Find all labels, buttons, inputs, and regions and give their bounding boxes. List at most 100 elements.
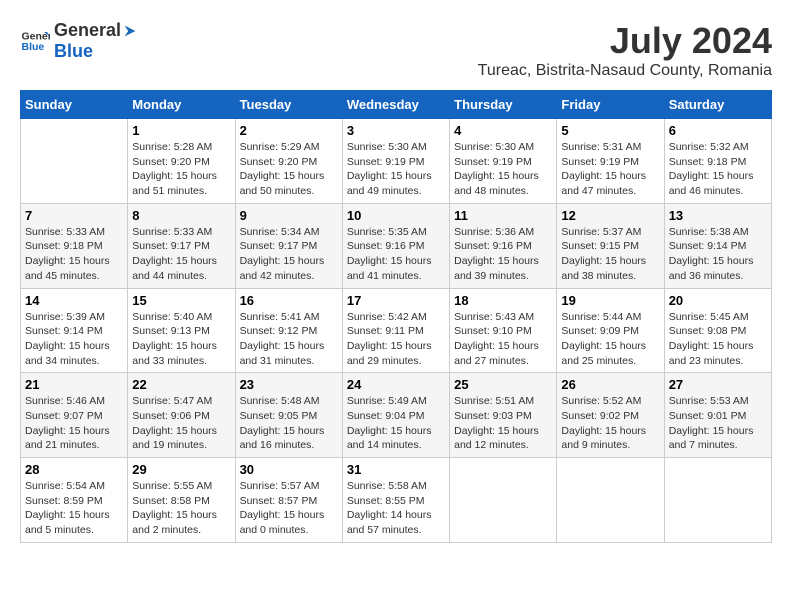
day-info: Sunrise: 5:28 AM Sunset: 9:20 PM Dayligh… [132,140,230,199]
day-info: Sunrise: 5:54 AM Sunset: 8:59 PM Dayligh… [25,479,123,538]
calendar-cell: 16 Sunrise: 5:41 AM Sunset: 9:12 PM Dayli… [235,288,342,373]
calendar-cell: 8Sunrise: 5:33 AM Sunset: 9:17 PM Daylig… [128,203,235,288]
day-info: Sunrise: 5:33 AM Sunset: 9:17 PM Dayligh… [132,225,230,284]
title-area: July 2024 Tureac, Bistrita-Nasaud County… [478,20,772,80]
calendar-cell: 21 Sunrise: 5:46 AM Sunset: 9:07 PM Dayli… [21,373,128,458]
calendar-cell: 7Sunrise: 5:33 AM Sunset: 9:18 PM Daylig… [21,203,128,288]
calendar-cell: 4Sunrise: 5:30 AM Sunset: 9:19 PM Daylig… [450,119,557,204]
day-info: Sunrise: 5:58 AM Sunset: 8:55 PM Dayligh… [347,479,445,538]
calendar-cell: 26 Sunrise: 5:52 AM Sunset: 9:02 PM Dayli… [557,373,664,458]
calendar-cell: 2Sunrise: 5:29 AM Sunset: 9:20 PM Daylig… [235,119,342,204]
day-number: 5 [561,123,659,138]
calendar-cell [21,119,128,204]
calendar-cell [450,458,557,543]
day-number: 11 [454,208,552,223]
day-number: 10 [347,208,445,223]
day-number: 29 [132,462,230,477]
day-number: 16 [240,293,338,308]
day-info: Sunrise: 5:32 AM Sunset: 9:18 PM Dayligh… [669,140,767,199]
calendar-cell: 1 Sunrise: 5:28 AM Sunset: 9:20 PM Daylig… [128,119,235,204]
day-number: 18 [454,293,552,308]
logo-blue-text: Blue [54,41,139,62]
day-number: 2 [240,123,338,138]
day-info: Sunrise: 5:35 AM Sunset: 9:16 PM Dayligh… [347,225,445,284]
day-number: 20 [669,293,767,308]
day-info: Sunrise: 5:38 AM Sunset: 9:14 PM Dayligh… [669,225,767,284]
logo-general-text: General [54,20,121,41]
calendar-week-row: 21 Sunrise: 5:46 AM Sunset: 9:07 PM Dayli… [21,373,772,458]
day-info: Sunrise: 5:31 AM Sunset: 9:19 PM Dayligh… [561,140,659,199]
day-info: Sunrise: 5:36 AM Sunset: 9:16 PM Dayligh… [454,225,552,284]
calendar-table: SundayMondayTuesdayWednesdayThursdayFrid… [20,90,772,543]
day-number: 1 [132,123,230,138]
weekday-header-cell: Saturday [664,91,771,119]
calendar-week-row: 28 Sunrise: 5:54 AM Sunset: 8:59 PM Dayli… [21,458,772,543]
calendar-cell: 15 Sunrise: 5:40 AM Sunset: 9:13 PM Dayli… [128,288,235,373]
day-info: Sunrise: 5:46 AM Sunset: 9:07 PM Dayligh… [25,394,123,453]
calendar-week-row: 1 Sunrise: 5:28 AM Sunset: 9:20 PM Daylig… [21,119,772,204]
day-number: 26 [561,377,659,392]
calendar-body: 1 Sunrise: 5:28 AM Sunset: 9:20 PM Daylig… [21,119,772,543]
weekday-header-cell: Thursday [450,91,557,119]
weekday-header-cell: Sunday [21,91,128,119]
day-number: 6 [669,123,767,138]
calendar-cell: 29Sunrise: 5:55 AM Sunset: 8:58 PM Dayli… [128,458,235,543]
calendar-cell: 27Sunrise: 5:53 AM Sunset: 9:01 PM Dayli… [664,373,771,458]
calendar-cell: 5 Sunrise: 5:31 AM Sunset: 9:19 PM Daylig… [557,119,664,204]
day-number: 14 [25,293,123,308]
day-info: Sunrise: 5:53 AM Sunset: 9:01 PM Dayligh… [669,394,767,453]
day-info: Sunrise: 5:49 AM Sunset: 9:04 PM Dayligh… [347,394,445,453]
day-info: Sunrise: 5:40 AM Sunset: 9:13 PM Dayligh… [132,310,230,369]
logo: General Blue General Blue [20,20,139,62]
day-number: 12 [561,208,659,223]
day-number: 28 [25,462,123,477]
day-info: Sunrise: 5:43 AM Sunset: 9:10 PM Dayligh… [454,310,552,369]
calendar-cell: 11 Sunrise: 5:36 AM Sunset: 9:16 PM Dayli… [450,203,557,288]
location-title: Tureac, Bistrita-Nasaud County, Romania [478,62,772,80]
calendar-cell: 18 Sunrise: 5:43 AM Sunset: 9:10 PM Dayli… [450,288,557,373]
weekday-header-cell: Friday [557,91,664,119]
calendar-cell: 19Sunrise: 5:44 AM Sunset: 9:09 PM Dayli… [557,288,664,373]
day-info: Sunrise: 5:45 AM Sunset: 9:08 PM Dayligh… [669,310,767,369]
header: General Blue General Blue July 2024 Ture… [20,20,772,80]
day-number: 21 [25,377,123,392]
calendar-cell: 9 Sunrise: 5:34 AM Sunset: 9:17 PM Daylig… [235,203,342,288]
day-number: 17 [347,293,445,308]
day-number: 15 [132,293,230,308]
day-number: 3 [347,123,445,138]
day-info: Sunrise: 5:41 AM Sunset: 9:12 PM Dayligh… [240,310,338,369]
calendar-cell: 24Sunrise: 5:49 AM Sunset: 9:04 PM Dayli… [342,373,449,458]
calendar-cell: 20 Sunrise: 5:45 AM Sunset: 9:08 PM Dayli… [664,288,771,373]
calendar-cell: 22Sunrise: 5:47 AM Sunset: 9:06 PM Dayli… [128,373,235,458]
day-number: 7 [25,208,123,223]
day-info: Sunrise: 5:47 AM Sunset: 9:06 PM Dayligh… [132,394,230,453]
calendar-cell: 23 Sunrise: 5:48 AM Sunset: 9:05 PM Dayli… [235,373,342,458]
calendar-cell: 14 Sunrise: 5:39 AM Sunset: 9:14 PM Dayli… [21,288,128,373]
day-info: Sunrise: 5:51 AM Sunset: 9:03 PM Dayligh… [454,394,552,453]
weekday-header-cell: Tuesday [235,91,342,119]
day-number: 23 [240,377,338,392]
day-info: Sunrise: 5:39 AM Sunset: 9:14 PM Dayligh… [25,310,123,369]
day-info: Sunrise: 5:42 AM Sunset: 9:11 PM Dayligh… [347,310,445,369]
weekday-header-cell: Monday [128,91,235,119]
weekday-header-cell: Wednesday [342,91,449,119]
day-info: Sunrise: 5:34 AM Sunset: 9:17 PM Dayligh… [240,225,338,284]
calendar-cell: 3 Sunrise: 5:30 AM Sunset: 9:19 PM Daylig… [342,119,449,204]
calendar-cell: 6 Sunrise: 5:32 AM Sunset: 9:18 PM Daylig… [664,119,771,204]
day-info: Sunrise: 5:48 AM Sunset: 9:05 PM Dayligh… [240,394,338,453]
logo-icon: General Blue [20,26,50,56]
calendar-cell: 30Sunrise: 5:57 AM Sunset: 8:57 PM Dayli… [235,458,342,543]
calendar-cell: 13Sunrise: 5:38 AM Sunset: 9:14 PM Dayli… [664,203,771,288]
calendar-cell: 28 Sunrise: 5:54 AM Sunset: 8:59 PM Dayli… [21,458,128,543]
calendar-cell: 25 Sunrise: 5:51 AM Sunset: 9:03 PM Dayli… [450,373,557,458]
day-number: 25 [454,377,552,392]
day-info: Sunrise: 5:30 AM Sunset: 9:19 PM Dayligh… [347,140,445,199]
weekday-header-row: SundayMondayTuesdayWednesdayThursdayFrid… [21,91,772,119]
calendar-cell: 17 Sunrise: 5:42 AM Sunset: 9:11 PM Dayli… [342,288,449,373]
day-number: 9 [240,208,338,223]
calendar-cell: 31Sunrise: 5:58 AM Sunset: 8:55 PM Dayli… [342,458,449,543]
day-number: 30 [240,462,338,477]
day-info: Sunrise: 5:52 AM Sunset: 9:02 PM Dayligh… [561,394,659,453]
logo-arrow-icon [121,22,139,40]
day-info: Sunrise: 5:37 AM Sunset: 9:15 PM Dayligh… [561,225,659,284]
